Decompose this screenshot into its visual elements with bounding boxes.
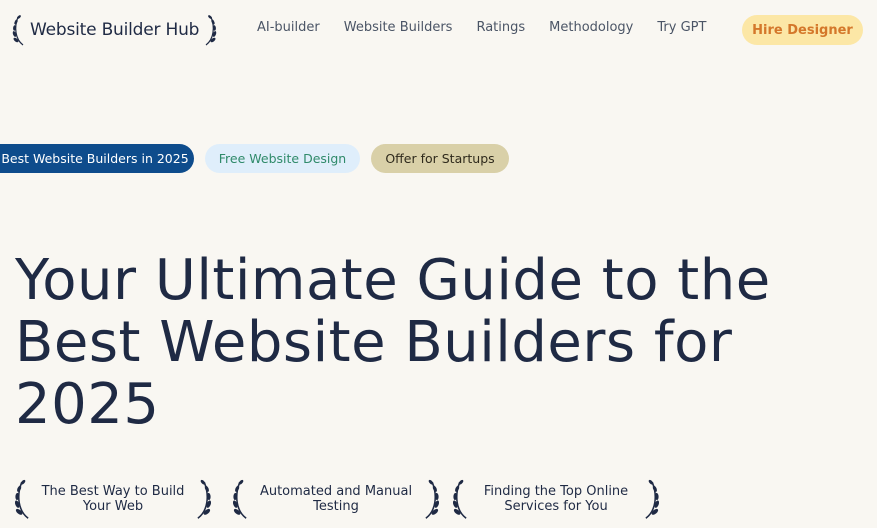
- laurel-right-icon: [425, 479, 440, 519]
- laurel-left-icon: [232, 479, 247, 519]
- logo-text: Website Builder Hub: [30, 20, 200, 40]
- laurel-left-icon: [452, 479, 467, 519]
- hire-designer-button[interactable]: Hire Designer: [742, 15, 863, 45]
- badge-line-1: The Best Way to Build: [41, 484, 185, 499]
- badge-line-2: Your Web: [82, 499, 144, 514]
- badge-best-way-to-build: The Best Way to Build Your Web: [14, 476, 212, 522]
- laurel-right-icon: [645, 479, 660, 519]
- hero-title: Your Ultimate Guide to the Best Website …: [15, 250, 865, 436]
- nav-try-gpt[interactable]: Try GPT: [657, 20, 706, 35]
- hero-title-line-3: 2025: [15, 372, 160, 437]
- nav-website-builders[interactable]: Website Builders: [344, 20, 453, 35]
- badge-line-1: Automated and Manual: [259, 484, 413, 499]
- logo[interactable]: Website Builder Hub: [12, 12, 217, 48]
- badge-line-2: Testing: [313, 499, 359, 514]
- site-header: Website Builder Hub AI-builder Website B…: [0, 0, 877, 60]
- laurel-right-icon: [197, 479, 212, 519]
- hero-title-line-1: Your Ultimate Guide to the: [15, 248, 771, 313]
- badge-text: The Best Way to Build Your Web: [38, 484, 188, 514]
- laurel-right-icon: [205, 15, 217, 46]
- laurel-left-icon: [14, 479, 29, 519]
- nav-methodology[interactable]: Methodology: [549, 20, 633, 35]
- badge-line-2: Services for You: [504, 499, 608, 514]
- badge-text: Finding the Top Online Services for You: [476, 484, 636, 514]
- badge-top-online-services: Finding the Top Online Services for You: [452, 476, 660, 522]
- badge-automated-testing: Automated and Manual Testing: [232, 476, 440, 522]
- pill-free-website-design[interactable]: Free Website Design: [205, 144, 360, 173]
- laurel-left-icon: [12, 15, 24, 46]
- pill-best-website-builders[interactable]: Best Website Builders in 2025: [0, 144, 194, 173]
- main-nav: AI-builder Website Builders Ratings Meth…: [257, 20, 706, 35]
- badge-text: Automated and Manual Testing: [256, 484, 416, 514]
- nav-ai-builder[interactable]: AI-builder: [257, 20, 320, 35]
- badge-line-1: Finding the Top Online: [483, 484, 629, 499]
- nav-ratings[interactable]: Ratings: [476, 20, 525, 35]
- pill-offer-for-startups[interactable]: Offer for Startups: [371, 144, 509, 173]
- page: Website Builder Hub AI-builder Website B…: [0, 0, 877, 528]
- hero-title-line-2: Best Website Builders for: [15, 310, 733, 375]
